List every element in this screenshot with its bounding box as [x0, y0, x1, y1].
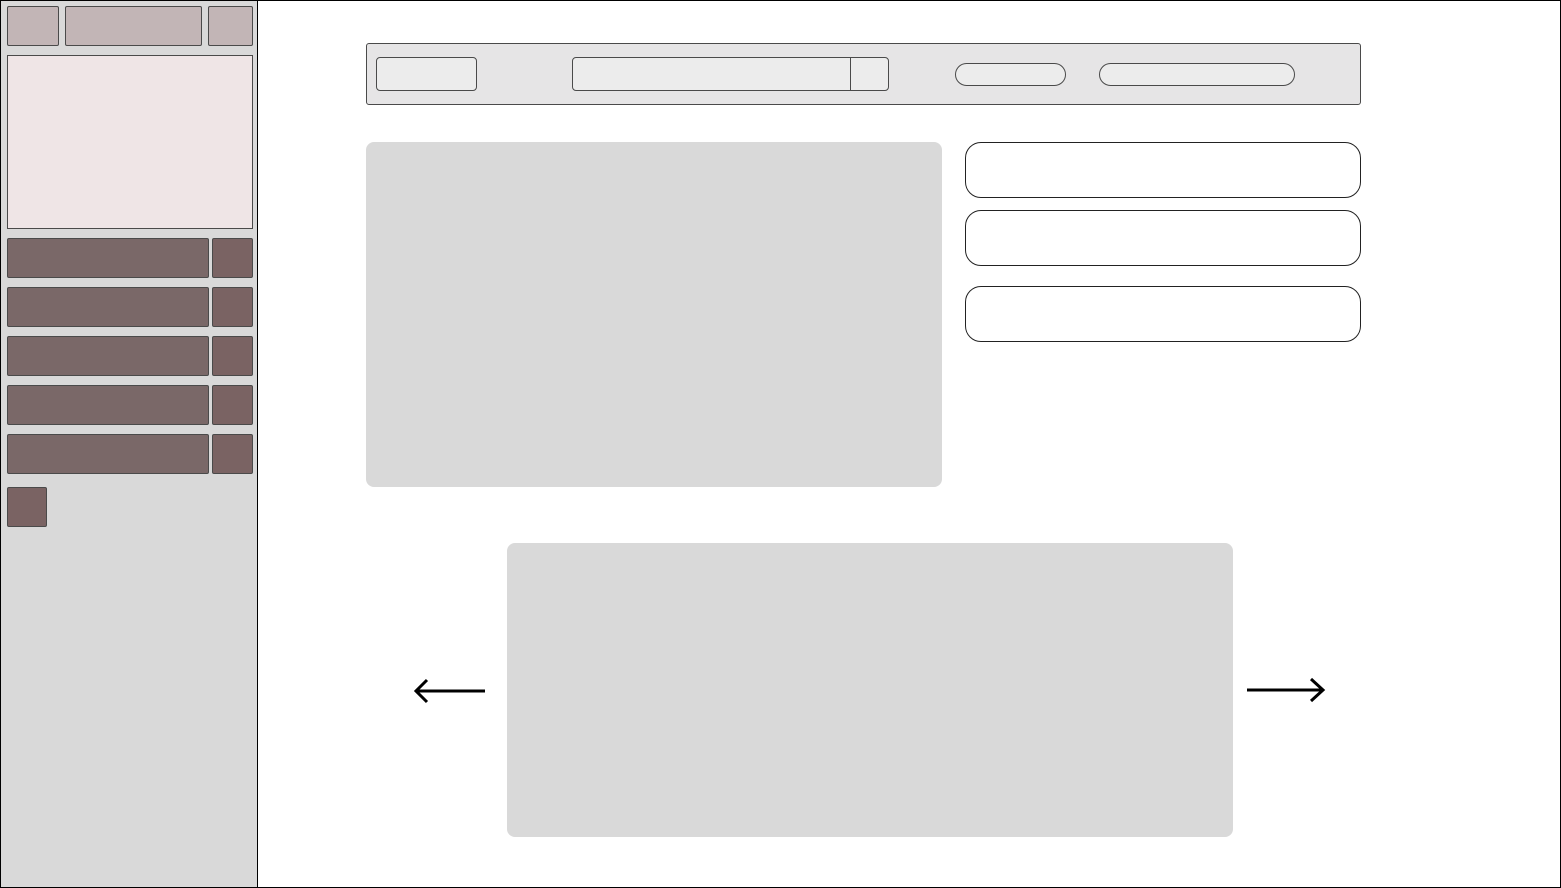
sidebar-top-button-3[interactable] — [208, 6, 253, 46]
search-button[interactable] — [850, 57, 889, 91]
sidebar-item-action-button[interactable] — [212, 336, 253, 376]
carousel-slide — [507, 543, 1233, 837]
toolbar-pill-button[interactable] — [955, 63, 1066, 86]
sidebar-preview-panel — [7, 55, 253, 229]
sidebar-item[interactable] — [7, 434, 209, 474]
arrow-left-icon[interactable] — [410, 676, 488, 706]
info-card[interactable] — [965, 210, 1361, 266]
info-card[interactable] — [965, 142, 1361, 198]
toolbar — [366, 43, 1361, 105]
sidebar-item-action-button[interactable] — [212, 434, 253, 474]
sidebar-item[interactable] — [7, 238, 209, 278]
toolbar-wide-pill-button[interactable] — [1099, 63, 1295, 86]
sidebar-item-action-button[interactable] — [212, 287, 253, 327]
sidebar-top-button-2[interactable] — [65, 6, 202, 46]
sidebar-item-action-button[interactable] — [212, 238, 253, 278]
toolbar-first-button[interactable] — [376, 57, 477, 91]
info-card[interactable] — [965, 286, 1361, 342]
sidebar-item[interactable] — [7, 287, 209, 327]
sidebar-top-button-1[interactable] — [7, 6, 59, 46]
sidebar-item[interactable] — [7, 385, 209, 425]
sidebar-item[interactable] — [7, 336, 209, 376]
sidebar-add-button[interactable] — [7, 487, 47, 527]
arrow-right-icon[interactable] — [1245, 675, 1327, 705]
sidebar — [1, 1, 258, 887]
main-content-panel — [366, 142, 942, 487]
search-input[interactable] — [572, 57, 852, 91]
sidebar-item-action-button[interactable] — [212, 385, 253, 425]
